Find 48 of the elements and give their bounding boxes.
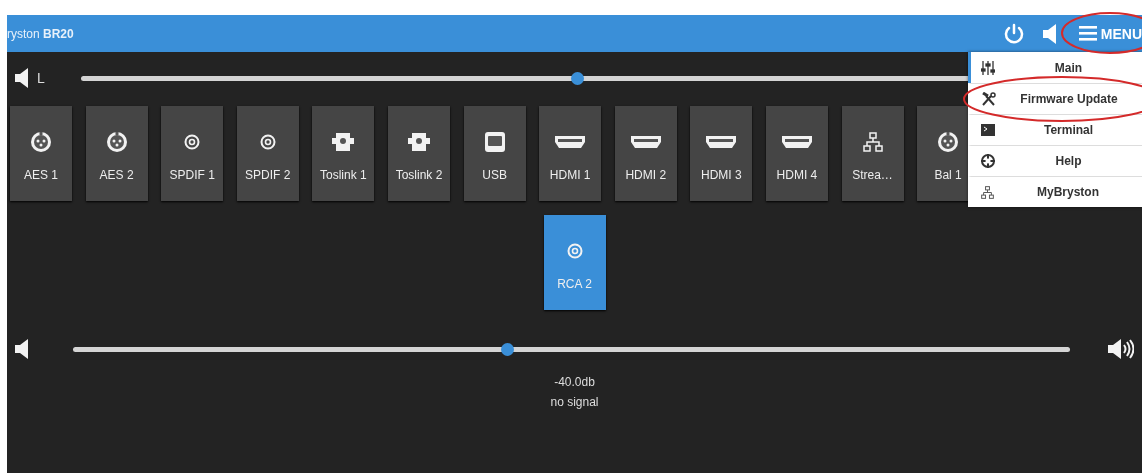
hdmi-port-icon	[555, 136, 586, 148]
xlr-connector-icon	[105, 131, 128, 153]
input-tile[interactable]: HDMI 1	[539, 106, 602, 201]
hdmi-port-icon	[781, 136, 812, 148]
speaker-icon	[1042, 22, 1057, 45]
lifebuoy-icon	[981, 154, 995, 168]
coaxial-connector-icon	[566, 243, 583, 259]
slider-thumb[interactable]	[500, 342, 514, 356]
input-tile[interactable]: HDMI 2	[614, 106, 677, 201]
menu-item[interactable]: Main	[968, 52, 1142, 83]
network-icon	[981, 185, 994, 199]
usb-port-icon	[483, 131, 506, 153]
menu-item[interactable]: Terminal	[968, 114, 1142, 145]
xlr-connector-icon	[30, 131, 52, 153]
network-icon	[862, 132, 883, 152]
menu-item[interactable]: Help	[968, 145, 1142, 176]
optical-connector-icon	[407, 133, 430, 151]
tools-icon	[981, 92, 996, 106]
slider-thumb[interactable]	[571, 71, 585, 85]
input-tile[interactable]: AES 2	[85, 106, 148, 201]
speaker-loud-icon	[1108, 339, 1134, 359]
input-tile[interactable]: USB	[463, 106, 526, 201]
input-tile[interactable]: Toslink 2	[387, 106, 450, 201]
input-tile[interactable]: AES 1	[10, 106, 72, 201]
hdmi-port-icon	[706, 136, 737, 148]
coaxial-connector-icon	[259, 134, 276, 150]
menu-item[interactable]: Firmware Update	[968, 83, 1142, 114]
input-tile[interactable]: HDMI 4	[765, 106, 828, 201]
input-tile[interactable]: Toslink 1	[312, 106, 375, 201]
speaker-icon	[15, 339, 29, 359]
power-icon	[1002, 22, 1025, 45]
menu-icon	[1078, 26, 1097, 41]
input-tile[interactable]: Strea…	[841, 106, 904, 201]
xlr-connector-icon	[937, 131, 960, 153]
hdmi-port-icon	[630, 136, 661, 148]
coaxial-connector-icon	[184, 134, 201, 150]
device-title: ryston BR20	[7, 26, 74, 41]
input-tile[interactable]: SPDIF 1	[161, 106, 224, 201]
menu-item[interactable]: MyBryston	[968, 176, 1142, 207]
input-tile[interactable]: HDMI 3	[690, 106, 753, 201]
volume-reading: -40.0db	[554, 375, 595, 389]
sliders-icon	[981, 60, 995, 75]
speaker-icon	[15, 68, 29, 88]
balance-label: L	[37, 70, 45, 86]
terminal-icon	[981, 124, 995, 136]
signal-status: no signal	[550, 395, 599, 409]
optical-connector-icon	[332, 133, 355, 151]
input-tile[interactable]: SPDIF 2	[236, 106, 299, 201]
